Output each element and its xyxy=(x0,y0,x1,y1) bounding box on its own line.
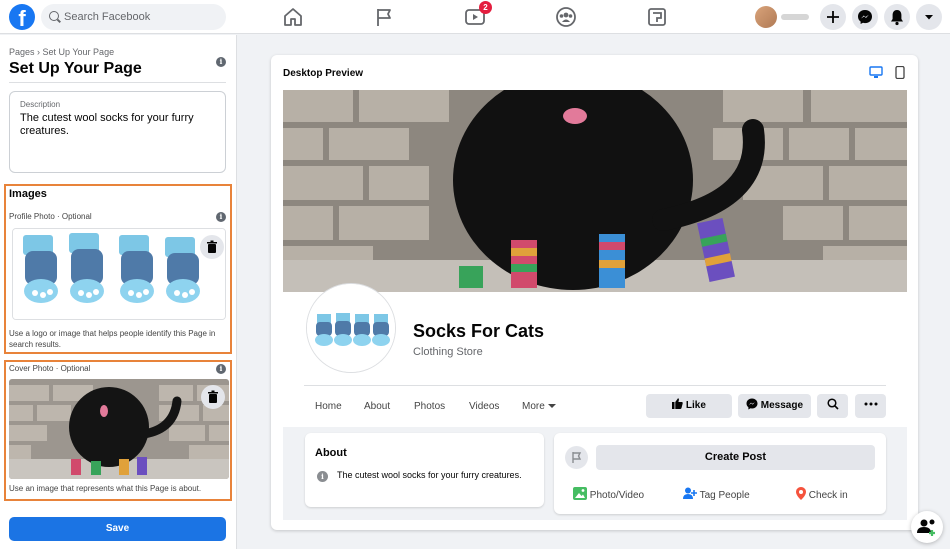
more-dots-icon xyxy=(864,402,877,406)
page-cover-photo xyxy=(283,90,907,292)
profile-name-placeholder xyxy=(781,14,809,20)
images-section: Images Profile Photo · Optional i Use a … xyxy=(4,184,232,354)
plus-icon xyxy=(827,11,839,23)
description-field[interactable]: Description The cutest wool socks for yo… xyxy=(9,91,226,173)
description-value[interactable]: The cutest wool socks for your furry cre… xyxy=(20,112,210,138)
profile-photo-label: Profile Photo · Optional xyxy=(9,212,92,221)
search-placeholder: Search Facebook xyxy=(64,11,151,23)
photo-video-button[interactable]: Photo/Video xyxy=(573,487,644,501)
top-navigation-bar: f Search Facebook 2 xyxy=(0,0,950,34)
info-icon: i xyxy=(317,471,328,482)
search-icon xyxy=(826,398,839,410)
cat-socks-image xyxy=(307,284,395,372)
groups-icon[interactable] xyxy=(555,6,577,28)
message-button[interactable]: Message xyxy=(738,394,811,418)
thumbs-up-icon xyxy=(672,398,683,409)
about-heading: About xyxy=(315,447,347,459)
tag-people-button[interactable]: Tag People xyxy=(683,487,750,501)
tab-photos[interactable]: Photos xyxy=(414,401,445,412)
notification-badge: 2 xyxy=(479,1,492,14)
divider xyxy=(304,385,886,386)
save-button[interactable]: Save xyxy=(9,517,226,541)
profile-photo-upload[interactable] xyxy=(12,228,226,320)
cover-photo-hint: Use an image that represents what this P… xyxy=(9,484,202,493)
page-search-button[interactable] xyxy=(817,394,848,418)
page-category: Clothing Store xyxy=(413,346,483,358)
about-text: The cutest wool socks for your furry cre… xyxy=(337,470,522,480)
setup-sidebar: Pages › Set Up Your Page Set Up Your Pag… xyxy=(0,35,237,549)
tag-people-label: Tag People xyxy=(699,490,750,501)
more-options-button[interactable] xyxy=(855,394,886,418)
trash-icon xyxy=(207,240,217,253)
like-button[interactable]: Like xyxy=(646,394,732,418)
create-post-button[interactable]: Create Post xyxy=(596,445,875,470)
new-room-button[interactable] xyxy=(911,511,943,543)
check-in-button[interactable]: Check in xyxy=(796,487,848,501)
photo-icon xyxy=(573,487,587,500)
messenger-button[interactable] xyxy=(852,4,878,30)
cat-socks-image xyxy=(13,229,225,319)
about-card: About i The cutest wool socks for your f… xyxy=(305,433,544,507)
like-label: Like xyxy=(685,400,706,411)
desktop-preview-panel: Desktop Preview Socks For Cats Clothing … xyxy=(271,55,918,530)
mobile-view-icon[interactable] xyxy=(895,66,905,79)
tab-videos[interactable]: Videos xyxy=(469,401,499,412)
pages-flag-icon[interactable] xyxy=(373,6,395,28)
delete-cover-photo-button[interactable] xyxy=(201,385,225,409)
tab-home[interactable]: Home xyxy=(315,401,342,412)
desktop-view-icon[interactable] xyxy=(869,66,883,79)
cat-cover-image xyxy=(283,90,907,292)
description-label: Description xyxy=(20,100,61,109)
create-button[interactable] xyxy=(820,4,846,30)
delete-profile-photo-button[interactable] xyxy=(200,235,224,259)
message-label: Message xyxy=(760,400,804,411)
facebook-logo[interactable]: f xyxy=(9,4,35,30)
profile-shortcut[interactable] xyxy=(753,4,815,30)
tab-about[interactable]: About xyxy=(364,401,390,412)
flag-icon xyxy=(572,452,582,463)
people-add-icon xyxy=(917,519,935,536)
account-menu-button[interactable] xyxy=(916,4,942,30)
chevron-down-icon xyxy=(925,15,933,20)
profile-photo-hint: Use a logo or image that helps people id… xyxy=(9,329,216,349)
page-name: Socks For Cats xyxy=(413,321,545,341)
images-heading: Images xyxy=(9,188,47,200)
page-profile-photo xyxy=(306,283,396,373)
gaming-icon[interactable] xyxy=(646,6,668,28)
tab-more[interactable]: More xyxy=(522,401,556,412)
tab-more-label: More xyxy=(522,401,545,412)
info-icon[interactable]: i xyxy=(216,364,226,374)
cat-cover-image xyxy=(9,379,229,479)
page-avatar xyxy=(565,446,588,469)
chevron-down-icon xyxy=(547,404,556,408)
info-icon[interactable]: i xyxy=(216,212,226,222)
photo-video-label: Photo/Video xyxy=(589,490,645,501)
page-title: Set Up Your Page xyxy=(9,60,142,77)
breadcrumb[interactable]: Pages › Set Up Your Page xyxy=(9,47,114,57)
divider xyxy=(9,82,226,83)
create-post-card: Create Post Photo/Video Tag People Check… xyxy=(554,433,886,514)
info-icon[interactable]: i xyxy=(216,57,226,67)
avatar xyxy=(755,6,777,28)
messenger-icon xyxy=(746,398,758,410)
bell-icon xyxy=(891,10,903,26)
search-input[interactable]: Search Facebook xyxy=(41,4,226,30)
preview-title: Desktop Preview xyxy=(283,68,364,79)
search-icon xyxy=(49,11,59,21)
trash-icon xyxy=(208,390,218,403)
tag-people-icon xyxy=(683,487,697,499)
messenger-icon xyxy=(858,10,872,24)
cover-photo-section: Cover Photo · Optional i Use an image th… xyxy=(4,360,232,501)
home-icon[interactable] xyxy=(282,6,304,28)
notifications-button[interactable] xyxy=(884,4,910,30)
page-body: About i The cutest wool socks for your f… xyxy=(283,427,907,520)
location-pin-icon xyxy=(796,487,806,500)
cover-photo-label: Cover Photo · Optional xyxy=(9,364,91,373)
check-in-label: Check in xyxy=(808,490,848,501)
cover-photo-upload[interactable] xyxy=(9,379,229,479)
